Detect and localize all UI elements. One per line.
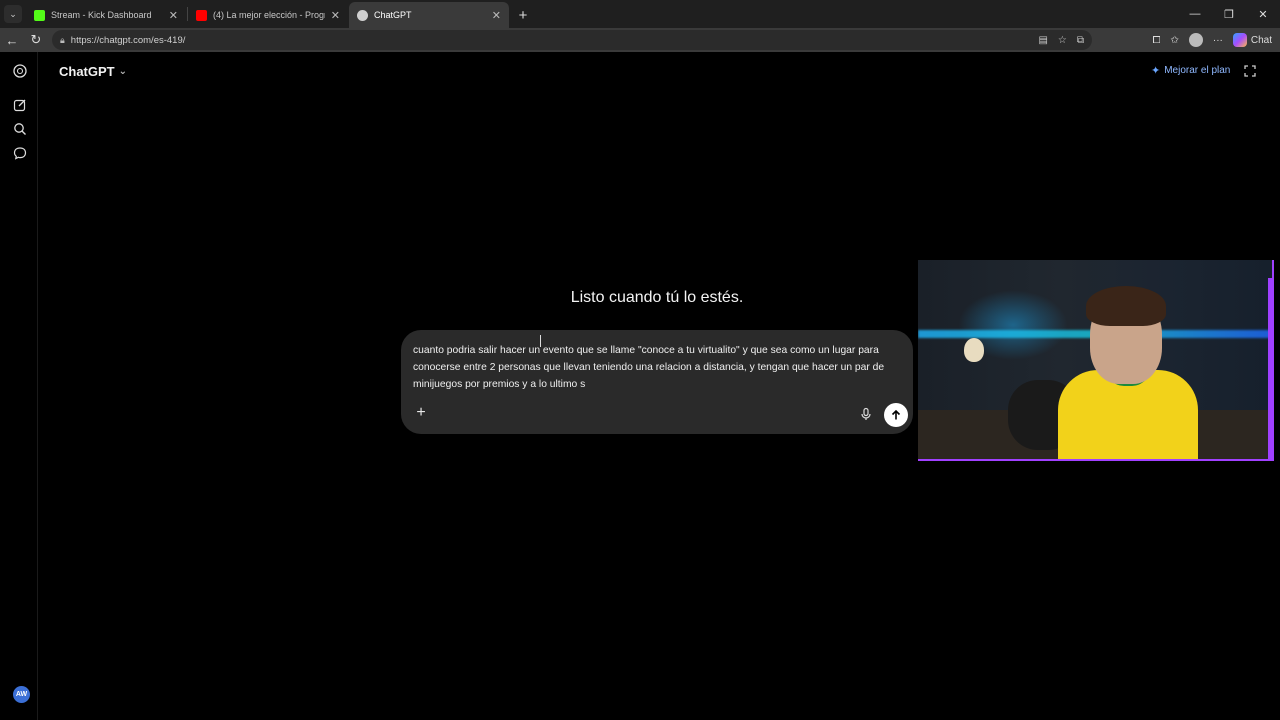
prompt-composer[interactable]: cuanto podria salir hacer un evento que …: [401, 330, 913, 434]
back-arrow-icon[interactable]: ←: [0, 28, 24, 52]
close-icon[interactable]: ✕: [492, 9, 501, 22]
site-info-icon[interactable]: 🔒︎: [60, 35, 65, 46]
minimize-icon[interactable]: —: [1178, 0, 1212, 28]
sidebar-rail: AW: [0, 52, 38, 720]
tab-title: ChatGPT: [374, 10, 412, 20]
favorite-star-icon[interactable]: ☆: [1058, 35, 1067, 46]
arrow-up-icon: [891, 409, 901, 420]
sparkle-icon: ✦: [1151, 65, 1161, 77]
new-chat-icon[interactable]: [12, 97, 28, 113]
search-icon[interactable]: [12, 121, 28, 137]
url-text: https://chatgpt.com/es-419/: [70, 34, 186, 46]
person-hair: [1086, 286, 1166, 326]
chatgpt-favicon-icon: [357, 9, 368, 21]
more-options-icon[interactable]: ···: [1213, 35, 1223, 46]
new-tab-button[interactable]: +: [510, 2, 536, 28]
chevron-down-icon: ⌄: [118, 66, 128, 77]
chat-bubble-icon[interactable]: [12, 145, 28, 161]
copilot-label: Chat: [1250, 34, 1272, 46]
copilot-button[interactable]: Chat: [1232, 33, 1272, 47]
text-cursor-icon: [540, 335, 546, 347]
upgrade-label: Mejorar el plan: [1164, 65, 1231, 76]
page-headline: Listo cuando tú lo estés.: [570, 289, 744, 306]
tab-youtube[interactable]: (4) La mejor elección - Programa 3 ✕: [188, 2, 348, 28]
model-selector[interactable]: ChatGPT ⌄: [59, 64, 127, 79]
close-icon[interactable]: ✕: [169, 9, 178, 22]
chevron-down-icon: ⌄: [4, 5, 22, 23]
microphone-icon[interactable]: [859, 407, 873, 421]
prompt-input[interactable]: cuanto podria salir hacer un evento que …: [413, 342, 903, 394]
send-button[interactable]: [884, 403, 908, 427]
reading-view-icon[interactable]: ▤: [1038, 35, 1047, 46]
copilot-logo-icon: [1232, 33, 1247, 47]
restore-icon[interactable]: ❐: [1212, 0, 1246, 28]
tab-chatgpt[interactable]: ChatGPT ✕: [349, 2, 509, 28]
add-attachment-icon[interactable]: +: [413, 404, 429, 421]
browser-toolbar-right: ⧠ ✩ ··· Chat: [1152, 28, 1272, 52]
tab-actions-menu[interactable]: ⌄: [0, 0, 26, 28]
tab-title: Stream - Kick Dashboard: [51, 10, 152, 20]
window-controls: — ❐ ✕: [1178, 0, 1280, 28]
address-bar[interactable]: 🔒︎ https://chatgpt.com/es-419/ ▤ ☆ ⧉: [52, 30, 1092, 50]
browser-navbar: ← ↻ 🔒︎ https://chatgpt.com/es-419/ ▤ ☆ ⧉…: [0, 28, 1280, 52]
favorites-icon[interactable]: ✩: [1170, 35, 1178, 46]
close-icon[interactable]: ✕: [331, 9, 340, 22]
youtube-favicon-icon: [196, 9, 207, 21]
extensions-icon[interactable]: ⧉: [1077, 35, 1084, 46]
close-window-icon[interactable]: ✕: [1246, 0, 1280, 28]
split-screen-icon[interactable]: ⧠: [1152, 35, 1160, 46]
webcam-rim-light: [1268, 278, 1272, 459]
reload-icon[interactable]: ↻: [24, 28, 48, 52]
mask-figure: [964, 338, 984, 362]
openai-logo-icon[interactable]: [12, 63, 28, 79]
tab-title: (4) La mejor elección - Programa 3: [213, 10, 325, 20]
webcam-overlay: [918, 260, 1274, 461]
upgrade-plan-button[interactable]: ✦ Mejorar el plan: [1151, 64, 1230, 77]
tab-kick-dashboard[interactable]: Stream - Kick Dashboard ✕: [26, 2, 186, 28]
browser-tabstrip: ⌄ Stream - Kick Dashboard ✕ (4) La mejor…: [0, 0, 1280, 28]
temporary-chat-icon[interactable]: [1243, 64, 1257, 78]
profile-avatar-icon[interactable]: [1188, 33, 1203, 47]
model-name: ChatGPT: [59, 64, 115, 79]
kick-favicon-icon: [34, 9, 45, 21]
address-bar-icons: ▤ ☆ ⧉: [1038, 30, 1084, 50]
user-avatar[interactable]: AW: [13, 686, 30, 703]
